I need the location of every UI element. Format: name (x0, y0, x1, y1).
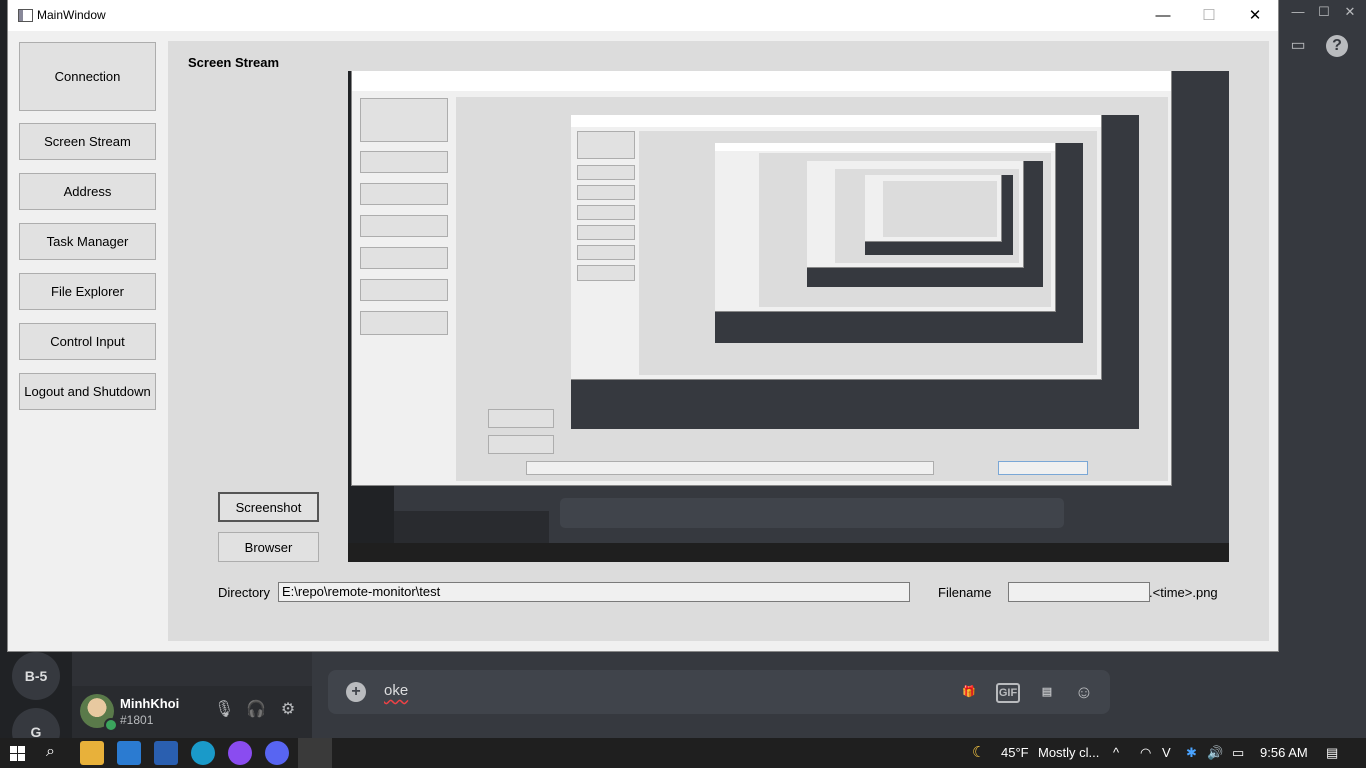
search-icon[interactable]: ⌕ (46, 743, 55, 761)
add-attachment-icon[interactable]: + (346, 682, 366, 702)
filename-suffix: .<time>.png (1149, 585, 1218, 600)
weather-icon: ☾ (972, 744, 986, 761)
nested-window (571, 115, 1101, 379)
stream-directory-field (526, 461, 934, 475)
title-bar[interactable]: MainWindow — ☐ ✕ (8, 0, 1278, 31)
nav-task-manager-button[interactable]: Task Manager (19, 223, 156, 260)
notifications-icon[interactable]: ▤ (1326, 745, 1338, 761)
chevron-up-icon[interactable]: ^ (1113, 745, 1119, 760)
emoji-icon[interactable]: ☺ (1073, 681, 1095, 703)
stream-nav-address (360, 183, 448, 205)
stream-filename-field (998, 461, 1088, 475)
nav-logout-shutdown-button[interactable]: Logout and Shutdown (19, 373, 156, 410)
stream-user-bar (394, 511, 549, 543)
volume-icon[interactable]: 🔊 (1207, 745, 1223, 761)
stream-taskbar (348, 543, 1229, 562)
panel-title: Screen Stream (188, 55, 280, 70)
nav-screen-stream-button[interactable]: Screen Stream (19, 123, 156, 160)
battery-icon[interactable]: ▭ (1232, 745, 1244, 761)
stream-nav-logout (360, 311, 448, 335)
messenger-app-icon[interactable] (228, 741, 252, 765)
weather-text[interactable]: Mostly cl... (1038, 745, 1099, 760)
browser-button[interactable]: Browser (218, 532, 319, 562)
screen-stream-panel: Screen Stream Screenshot Browser Directo… (168, 41, 1269, 641)
directory-label: Directory (218, 585, 271, 600)
gif-icon[interactable]: GIF (996, 683, 1020, 703)
windows-start-icon[interactable] (10, 746, 25, 761)
bg-maximize-icon[interactable]: ☐ (1313, 1, 1335, 23)
stream-title-bar (352, 71, 1171, 91)
screenshot-button[interactable]: Screenshot (218, 492, 319, 522)
stream-nav-connection (360, 98, 448, 142)
main-window: MainWindow — ☐ ✕ Connection Screen Strea… (8, 0, 1278, 651)
stream-chat-bar (560, 498, 1064, 528)
headphones-icon[interactable]: 🎧 (246, 700, 266, 720)
vpn-icon[interactable]: V (1162, 745, 1171, 760)
edge-app-icon[interactable] (191, 741, 215, 765)
screen-stream-image (348, 71, 1229, 562)
gift-icon[interactable]: 🎁 (958, 681, 980, 703)
microphone-icon[interactable]: 🎙 (214, 700, 234, 720)
stream-nav-control-input (360, 279, 448, 301)
online-status-icon (104, 718, 118, 732)
message-input[interactable]: + oke 🎁 GIF ▤ ☺ (328, 670, 1110, 714)
minimize-button[interactable]: — (1140, 0, 1186, 31)
stream-screenshot-button (488, 409, 554, 428)
server-b5[interactable]: B-5 (12, 652, 60, 700)
maximize-button[interactable]: ☐ (1186, 0, 1232, 31)
stream-browser-button (488, 435, 554, 454)
nav-control-input-button[interactable]: Control Input (19, 323, 156, 360)
bg-close-icon[interactable]: ✕ (1339, 1, 1361, 23)
settings-gear-icon[interactable]: ⚙ (278, 700, 298, 720)
directory-field[interactable]: E:\repo\remote-monitor\test (278, 582, 910, 602)
stream-window (352, 71, 1171, 485)
clock[interactable]: 9:56 AM (1260, 745, 1308, 760)
bluetooth-icon[interactable]: ✱ (1186, 745, 1197, 761)
help-icon[interactable]: ? (1326, 35, 1348, 57)
nav-connection-button[interactable]: Connection (19, 42, 156, 111)
stream-panel (456, 97, 1168, 481)
stream-nav-screen-stream (360, 151, 448, 173)
windows-taskbar: ⌕ ☾ 45°F Mostly cl... ^ ◠ V ✱ 🔊 ▭ 9:56 A… (0, 738, 1366, 768)
filename-label: Filename (938, 585, 992, 600)
filename-field[interactable] (1008, 582, 1150, 602)
sticker-icon[interactable]: ▤ (1036, 681, 1058, 703)
python-app-icon-active[interactable] (298, 738, 332, 768)
nav-file-explorer-button[interactable]: File Explorer (19, 273, 156, 310)
stream-nested-image (571, 115, 1139, 429)
username: MinhKhoi (120, 696, 180, 711)
nav-address-button[interactable]: Address (19, 173, 156, 210)
discord-user-bar: MinhKhoi #1801 🎙 🎧 ⚙ (72, 686, 312, 738)
app-window-icon (18, 9, 33, 22)
stream-nav-file-explorer (360, 247, 448, 269)
discord-app-icon[interactable] (265, 741, 289, 765)
message-text: oke (384, 682, 409, 699)
inbox-icon[interactable]: ▭ (1287, 35, 1309, 57)
window-title: MainWindow (37, 8, 106, 22)
weather-temp: 45°F (1001, 745, 1029, 760)
close-button[interactable]: ✕ (1232, 0, 1278, 31)
stream-nav-task-manager (360, 215, 448, 237)
user-tag: #1801 (120, 713, 154, 727)
vscode-app-icon[interactable] (117, 741, 141, 765)
file-explorer-app-icon[interactable] (80, 741, 104, 765)
bg-minimize-icon[interactable]: — (1287, 1, 1309, 23)
network-icon[interactable]: ◠ (1140, 745, 1151, 761)
app-icon[interactable] (154, 741, 178, 765)
